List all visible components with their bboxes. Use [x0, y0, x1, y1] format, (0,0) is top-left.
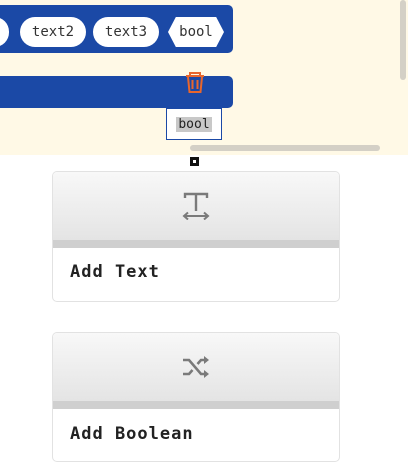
add-text-label: Add Text [70, 262, 160, 282]
trash-icon[interactable] [183, 70, 207, 94]
add-text-card-header[interactable] [53, 172, 339, 248]
add-boolean-label: Add Boolean [70, 424, 194, 444]
param-pill-text2[interactable]: text2 [20, 17, 86, 47]
add-text-card[interactable]: Add Text [52, 171, 340, 302]
horizontal-scrollbar[interactable] [190, 145, 380, 151]
param-pill-bool[interactable]: bool [168, 17, 224, 47]
bool-label-text: bool [176, 116, 212, 132]
block-workspace[interactable]: text2 text3 bool bool [0, 0, 408, 155]
bool-drag-label[interactable]: bool [166, 108, 222, 140]
resize-handle[interactable] [190, 157, 199, 166]
vertical-scrollbar[interactable] [400, 0, 406, 80]
parameter-block[interactable]: text2 text3 bool [0, 5, 233, 53]
text-icon [182, 192, 210, 220]
add-boolean-card[interactable]: Add Boolean [52, 332, 340, 462]
param-pill-text3[interactable]: text3 [93, 17, 159, 47]
add-boolean-card-header[interactable] [53, 333, 339, 409]
param-pill-clipped[interactable] [0, 17, 9, 47]
shuffle-icon [183, 356, 209, 378]
